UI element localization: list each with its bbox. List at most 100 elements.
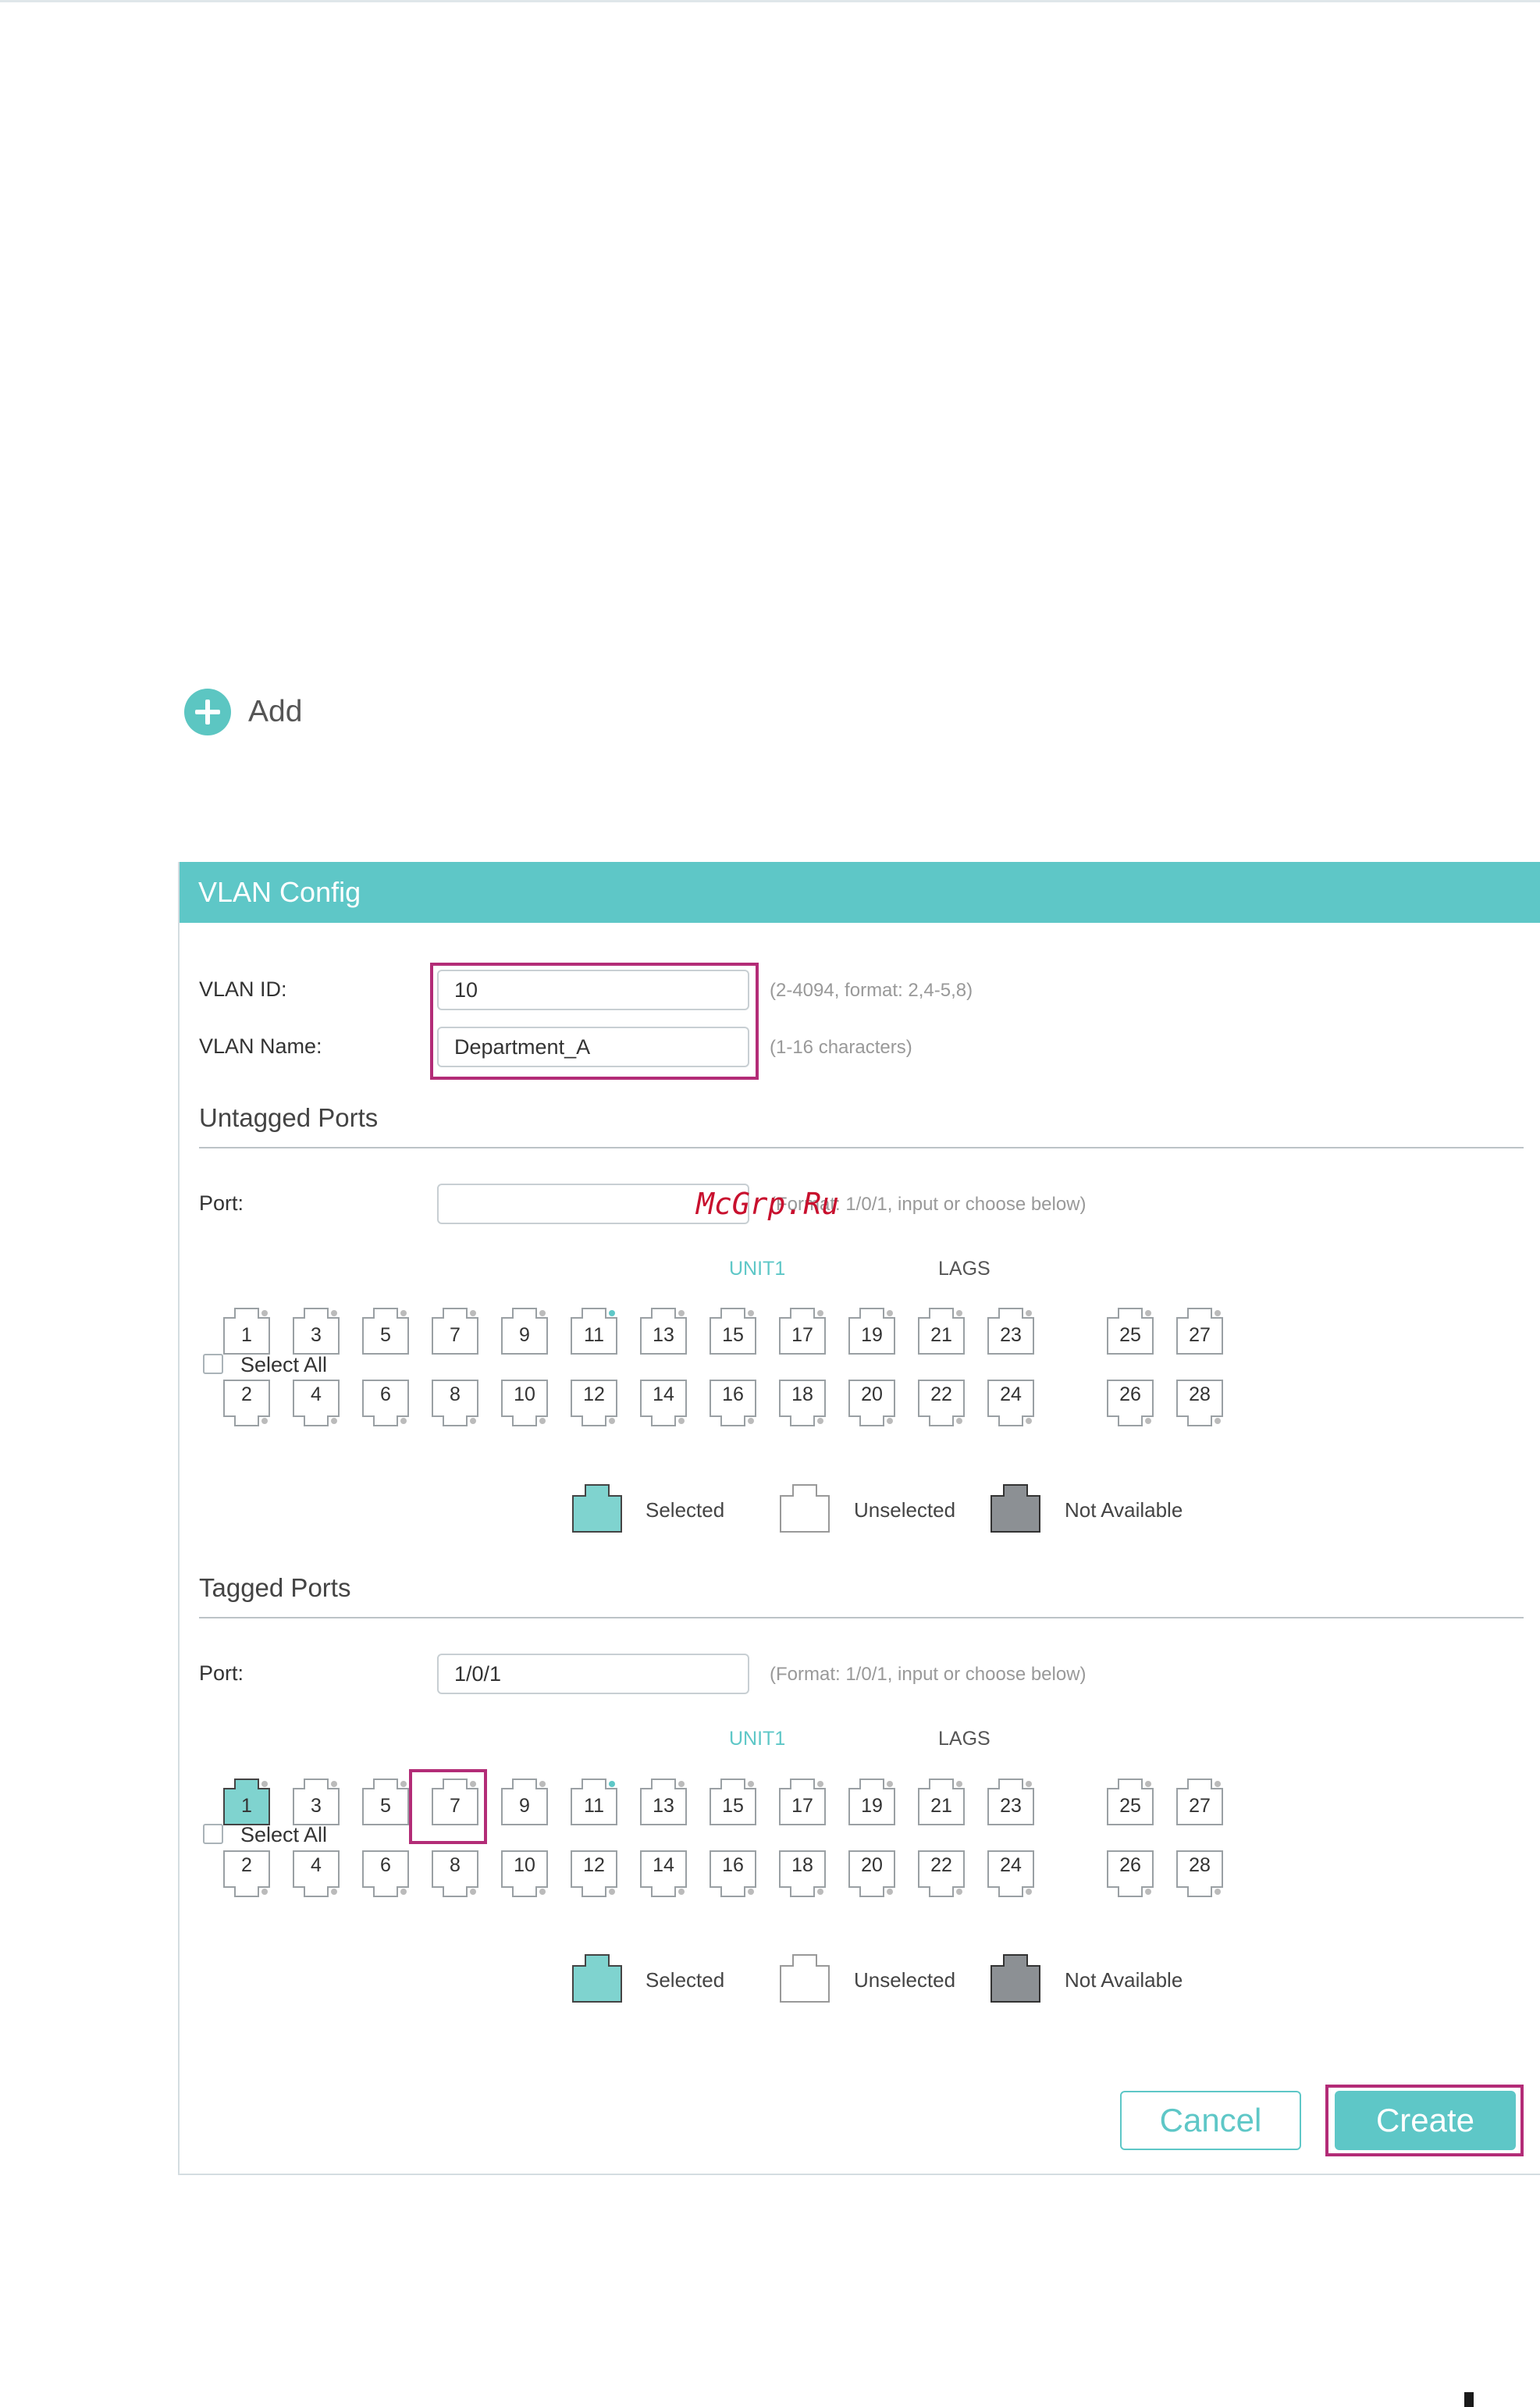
tagged-port-number: 25 xyxy=(1119,1795,1141,1817)
tagged-port-number: 15 xyxy=(722,1795,744,1817)
untagged-port-4[interactable]: 4 xyxy=(292,1379,340,1427)
untagged-port-number: 3 xyxy=(311,1324,322,1346)
tagged-port-20[interactable]: 20 xyxy=(848,1850,896,1898)
tagged-divider xyxy=(199,1617,1524,1618)
vlan-name-label: VLAN Name: xyxy=(199,1034,322,1058)
untagged-port-8[interactable]: 8 xyxy=(431,1379,479,1427)
tagged-port-number: 4 xyxy=(311,1854,322,1876)
untagged-port-number: 6 xyxy=(380,1383,391,1405)
tagged-port-number: 12 xyxy=(583,1854,605,1876)
tagged-port-number: 2 xyxy=(241,1854,252,1876)
untagged-port-26[interactable]: 26 xyxy=(1106,1379,1154,1427)
untagged-port-3[interactable]: 3 xyxy=(292,1307,340,1355)
tagged-port-number: 8 xyxy=(450,1854,461,1876)
untagged-port-17[interactable]: 17 xyxy=(778,1307,827,1355)
untagged-port-24[interactable]: 24 xyxy=(987,1379,1035,1427)
tagged-port-5[interactable]: 5 xyxy=(361,1778,410,1826)
tagged-port-21[interactable]: 21 xyxy=(917,1778,966,1826)
untagged-port-number: 10 xyxy=(514,1383,535,1405)
plus-circle-icon xyxy=(184,689,231,735)
untagged-select-all-checkbox[interactable] xyxy=(203,1354,223,1374)
tagged-port-number: 28 xyxy=(1189,1854,1211,1876)
untagged-port-5[interactable]: 5 xyxy=(361,1307,410,1355)
tagged-port-8[interactable]: 8 xyxy=(431,1850,479,1898)
untagged-port-number: 1 xyxy=(241,1324,252,1346)
tagged-port-18[interactable]: 18 xyxy=(778,1850,827,1898)
tagged-port-14[interactable]: 14 xyxy=(639,1850,688,1898)
tagged-port-number: 6 xyxy=(380,1854,391,1876)
untagged-port-2[interactable]: 2 xyxy=(222,1379,271,1427)
untagged-port-number: 7 xyxy=(450,1324,461,1346)
untagged-port-27[interactable]: 27 xyxy=(1175,1307,1224,1355)
tagged-port-number: 23 xyxy=(1000,1795,1022,1817)
tagged-port-number: 9 xyxy=(519,1795,530,1817)
tagged-port-number: 24 xyxy=(1000,1854,1022,1876)
tagged-port-22[interactable]: 22 xyxy=(917,1850,966,1898)
tagged-port-26[interactable]: 26 xyxy=(1106,1850,1154,1898)
untagged-port-15[interactable]: 15 xyxy=(709,1307,757,1355)
tagged-port-17[interactable]: 17 xyxy=(778,1778,827,1826)
untagged-port-number: 23 xyxy=(1000,1324,1022,1346)
tagged-port-19[interactable]: 19 xyxy=(848,1778,896,1826)
tagged-legend-selected-icon xyxy=(571,1953,623,2007)
tagged-port-28[interactable]: 28 xyxy=(1175,1850,1224,1898)
tagged-port-12[interactable]: 12 xyxy=(570,1850,618,1898)
untagged-port-number: 15 xyxy=(722,1324,744,1346)
untagged-port-9[interactable]: 9 xyxy=(500,1307,549,1355)
cancel-button[interactable]: Cancel xyxy=(1120,2091,1301,2150)
tagged-port-15[interactable]: 15 xyxy=(709,1778,757,1826)
tagged-port-number: 11 xyxy=(584,1795,604,1817)
untagged-port-13[interactable]: 13 xyxy=(639,1307,688,1355)
vlan-config-panel: VLAN Config VLAN ID: 10 (2-4094, format:… xyxy=(178,862,1540,2175)
untagged-port-1[interactable]: 1 xyxy=(222,1307,271,1355)
untagged-port-16[interactable]: 16 xyxy=(709,1379,757,1427)
tagged-port-number: 17 xyxy=(791,1795,813,1817)
untagged-port-10[interactable]: 10 xyxy=(500,1379,549,1427)
tagged-port-13[interactable]: 13 xyxy=(639,1778,688,1826)
untagged-port-number: 9 xyxy=(519,1324,530,1346)
untagged-port-23[interactable]: 23 xyxy=(987,1307,1035,1355)
untagged-port-19[interactable]: 19 xyxy=(848,1307,896,1355)
untagged-port-20[interactable]: 20 xyxy=(848,1379,896,1427)
create-button-highlight xyxy=(1325,2085,1524,2156)
untagged-port-18[interactable]: 18 xyxy=(778,1379,827,1427)
untagged-port-21[interactable]: 21 xyxy=(917,1307,966,1355)
untagged-port-number: 27 xyxy=(1189,1324,1211,1346)
tagged-port-10[interactable]: 10 xyxy=(500,1850,549,1898)
untagged-port-11[interactable]: 11 xyxy=(570,1307,618,1355)
tagged-port-3[interactable]: 3 xyxy=(292,1778,340,1826)
tagged-port-6[interactable]: 6 xyxy=(361,1850,410,1898)
untagged-port-22[interactable]: 22 xyxy=(917,1379,966,1427)
tagged-port-number: 19 xyxy=(861,1795,883,1817)
tagged-port-11[interactable]: 11 xyxy=(570,1778,618,1826)
untagged-port-number: 21 xyxy=(930,1324,952,1346)
tagged-lags-label: LAGS xyxy=(938,1728,991,1750)
tagged-port-7[interactable]: 7 xyxy=(431,1778,479,1826)
tagged-port-24[interactable]: 24 xyxy=(987,1850,1035,1898)
untagged-port-12[interactable]: 12 xyxy=(570,1379,618,1427)
tagged-port-1[interactable]: 1 xyxy=(222,1778,271,1826)
add-button[interactable]: Add xyxy=(184,689,302,735)
untagged-port-number: 28 xyxy=(1189,1383,1211,1405)
tagged-port-input[interactable]: 1/0/1 xyxy=(437,1654,749,1694)
tagged-port-23[interactable]: 23 xyxy=(987,1778,1035,1826)
tagged-port-2[interactable]: 2 xyxy=(222,1850,271,1898)
tagged-port-9[interactable]: 9 xyxy=(500,1778,549,1826)
untagged-port-number: 22 xyxy=(930,1383,952,1405)
untagged-port-7[interactable]: 7 xyxy=(431,1307,479,1355)
untagged-port-14[interactable]: 14 xyxy=(639,1379,688,1427)
tagged-port-number: 10 xyxy=(514,1854,535,1876)
tagged-port-number: 5 xyxy=(380,1795,391,1817)
tagged-port-27[interactable]: 27 xyxy=(1175,1778,1224,1826)
untagged-port-number: 26 xyxy=(1119,1383,1141,1405)
untagged-port-6[interactable]: 6 xyxy=(361,1379,410,1427)
top-border xyxy=(0,0,1540,2)
tagged-legend-selected: Selected xyxy=(646,1968,725,1992)
untagged-port-28[interactable]: 28 xyxy=(1175,1379,1224,1427)
tagged-port-4[interactable]: 4 xyxy=(292,1850,340,1898)
tagged-port-16[interactable]: 16 xyxy=(709,1850,757,1898)
untagged-port-25[interactable]: 25 xyxy=(1106,1307,1154,1355)
tagged-select-all-checkbox[interactable] xyxy=(203,1824,223,1844)
tagged-port-25[interactable]: 25 xyxy=(1106,1778,1154,1826)
tagged-port-number: 16 xyxy=(722,1854,744,1876)
